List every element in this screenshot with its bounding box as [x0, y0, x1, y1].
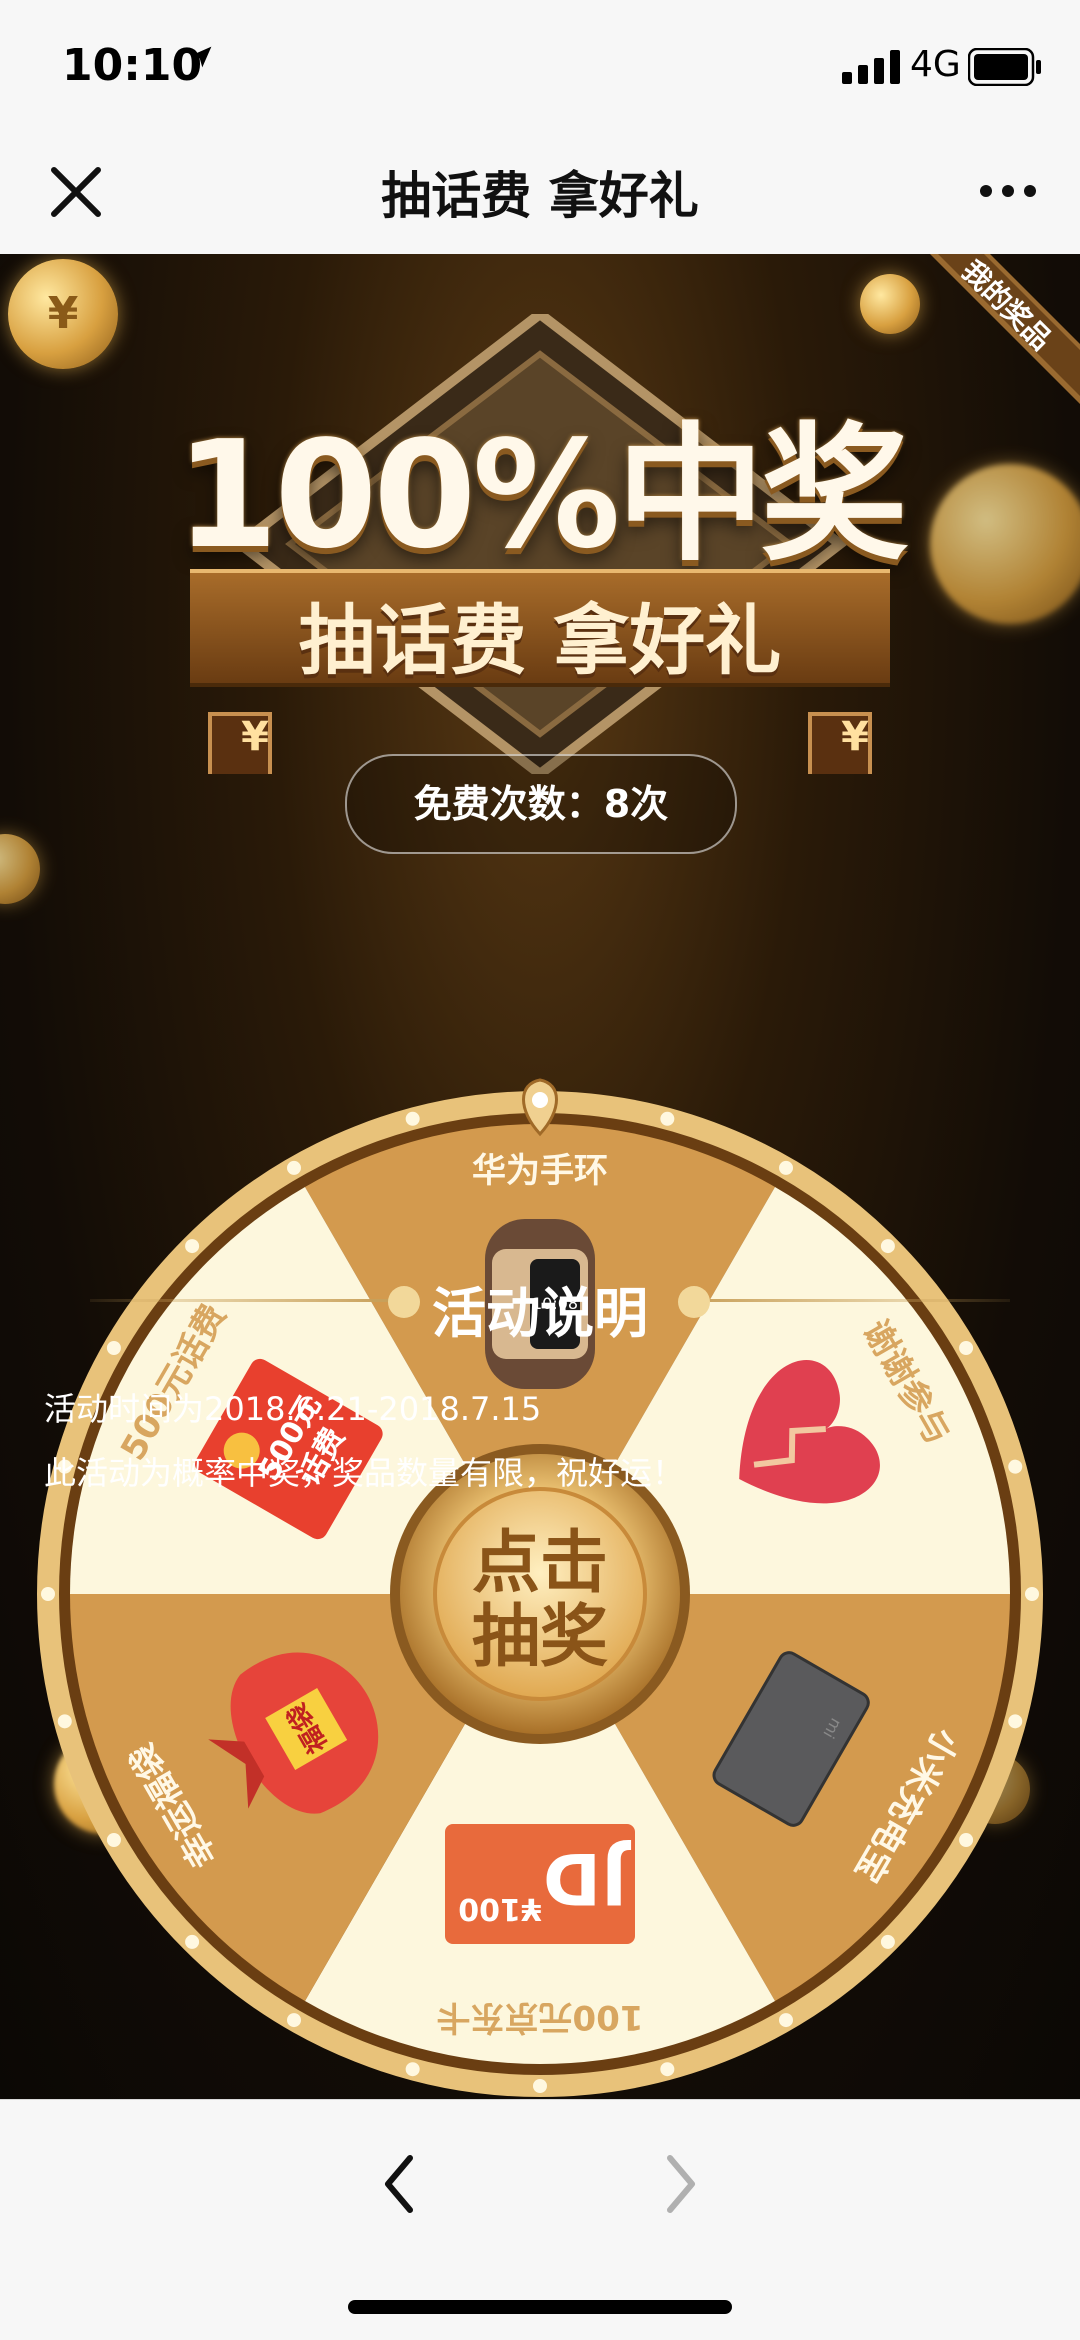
network-type: 4G	[910, 44, 961, 85]
draw-button-label: 抽奖	[472, 1598, 608, 1677]
my-prizes-label: 我的奖品	[955, 254, 1058, 357]
draw-button-label: 点击	[472, 1524, 608, 1603]
activity-line: 此活动为概率中奖，奖品数量有限，祝好运！	[44, 1454, 685, 1492]
status-bar: 10:10 4G	[0, 0, 1080, 130]
status-time: 10:10	[62, 40, 203, 91]
yen-badge-right: ¥	[841, 714, 869, 760]
rim-light	[405, 2062, 420, 2077]
jd-card-value: ¥100	[458, 1891, 542, 1926]
rim-light	[106, 1833, 121, 1847]
rim-light	[185, 1239, 200, 1254]
home-indicator	[348, 2300, 732, 2314]
prize-slot: 100元京东卡 ¥100 JD	[437, 1824, 644, 2037]
rim-light	[779, 1160, 793, 1175]
activity-title: 活动说明	[432, 1282, 648, 1345]
jd-card-logo: JD	[543, 1837, 631, 1919]
back-arrow-icon[interactable]	[370, 2144, 430, 2224]
rim-light	[185, 1934, 200, 1949]
browser-toolbar	[0, 2099, 1080, 2340]
nav-bar: 抽话费 拿好礼	[0, 130, 1080, 255]
rim-light	[287, 2013, 301, 2028]
battery-icon	[968, 48, 1041, 86]
more-icon[interactable]	[976, 166, 1040, 216]
prize-label: 100元京东卡	[437, 1997, 644, 2037]
subheadline-text: 抽话费 拿好礼	[298, 596, 782, 685]
forward-arrow-icon[interactable]	[650, 2144, 710, 2224]
my-prizes-ribbon[interactable]: 我的奖品	[930, 254, 1080, 404]
rim-light	[405, 1111, 420, 1126]
pointer-dot	[532, 1092, 548, 1108]
page-title: 抽话费 拿好礼	[381, 167, 699, 225]
rim-light	[880, 1239, 895, 1254]
rim-light	[1008, 1714, 1023, 1729]
headline-text: 100%中奖	[175, 409, 908, 581]
headline-banner: 100%中奖 抽话费 拿好礼 ¥ ¥	[150, 314, 930, 774]
rim-light	[57, 1714, 72, 1729]
rim-light	[1008, 1459, 1023, 1474]
free-chances-badge: 免费次数：8次	[345, 754, 737, 854]
rim-light	[41, 1587, 55, 1601]
rim-light	[660, 2062, 675, 2077]
rim-light	[880, 1934, 895, 1949]
location-arrow-icon	[190, 46, 212, 68]
yen-badge-left: ¥	[241, 714, 269, 760]
rim-light	[660, 1111, 675, 1126]
rim-light	[287, 1160, 301, 1175]
rim-light	[779, 2013, 793, 2028]
coin-decoration	[930, 464, 1080, 624]
lottery-page: ¥ 我的奖品 100%中奖 抽话费 拿好礼 ¥ ¥ 免费次数：8次 华为手环 1…	[0, 254, 1080, 2099]
rim-light	[533, 2079, 547, 2093]
signal-icon	[842, 50, 900, 84]
rim-light	[1025, 1587, 1039, 1601]
activity-line: 活动时间为2018.6.21-2018.7.15	[44, 1390, 542, 1428]
jd-card-icon: ¥100 JD	[445, 1824, 635, 1944]
prize-label: 华为手环	[472, 1151, 608, 1191]
coin-decoration: ¥	[8, 259, 118, 369]
rim-light	[959, 1833, 974, 1847]
